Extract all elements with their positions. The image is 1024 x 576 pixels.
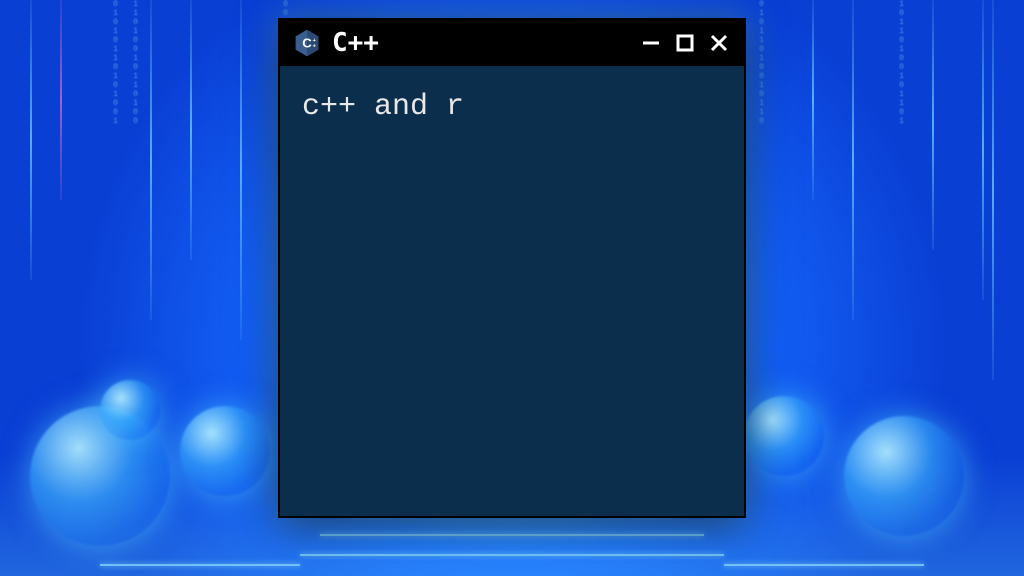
bg-decoration: 11010010110100 <box>130 0 138 380</box>
bg-decoration <box>240 0 242 340</box>
window-title: C++ <box>332 28 628 58</box>
bg-decoration <box>190 0 192 260</box>
bg-decoration <box>60 0 62 200</box>
svg-text:C: C <box>302 36 312 51</box>
bg-decoration <box>812 0 814 200</box>
bg-decoration <box>932 0 934 250</box>
window-controls <box>638 30 732 56</box>
terminal-window: C + + C++ c++ and r <box>278 18 746 518</box>
terminal-text: c++ and r <box>302 90 464 124</box>
bg-decoration <box>100 380 160 440</box>
bg-decoration <box>852 0 854 320</box>
close-button[interactable] <box>706 30 732 56</box>
minimize-button[interactable] <box>638 30 664 56</box>
window-titlebar[interactable]: C + + C++ <box>280 20 744 66</box>
bg-decoration: 10110100101101 <box>896 0 904 380</box>
maximize-button[interactable] <box>672 30 698 56</box>
terminal-content[interactable]: c++ and r <box>280 66 744 148</box>
bg-decoration <box>30 0 32 280</box>
bg-decoration <box>150 0 152 320</box>
bg-decoration <box>982 0 984 300</box>
cpp-logo-icon: C + + <box>292 28 322 58</box>
bg-decoration <box>992 0 994 380</box>
bg-decoration: 01010110101001 <box>110 0 118 380</box>
